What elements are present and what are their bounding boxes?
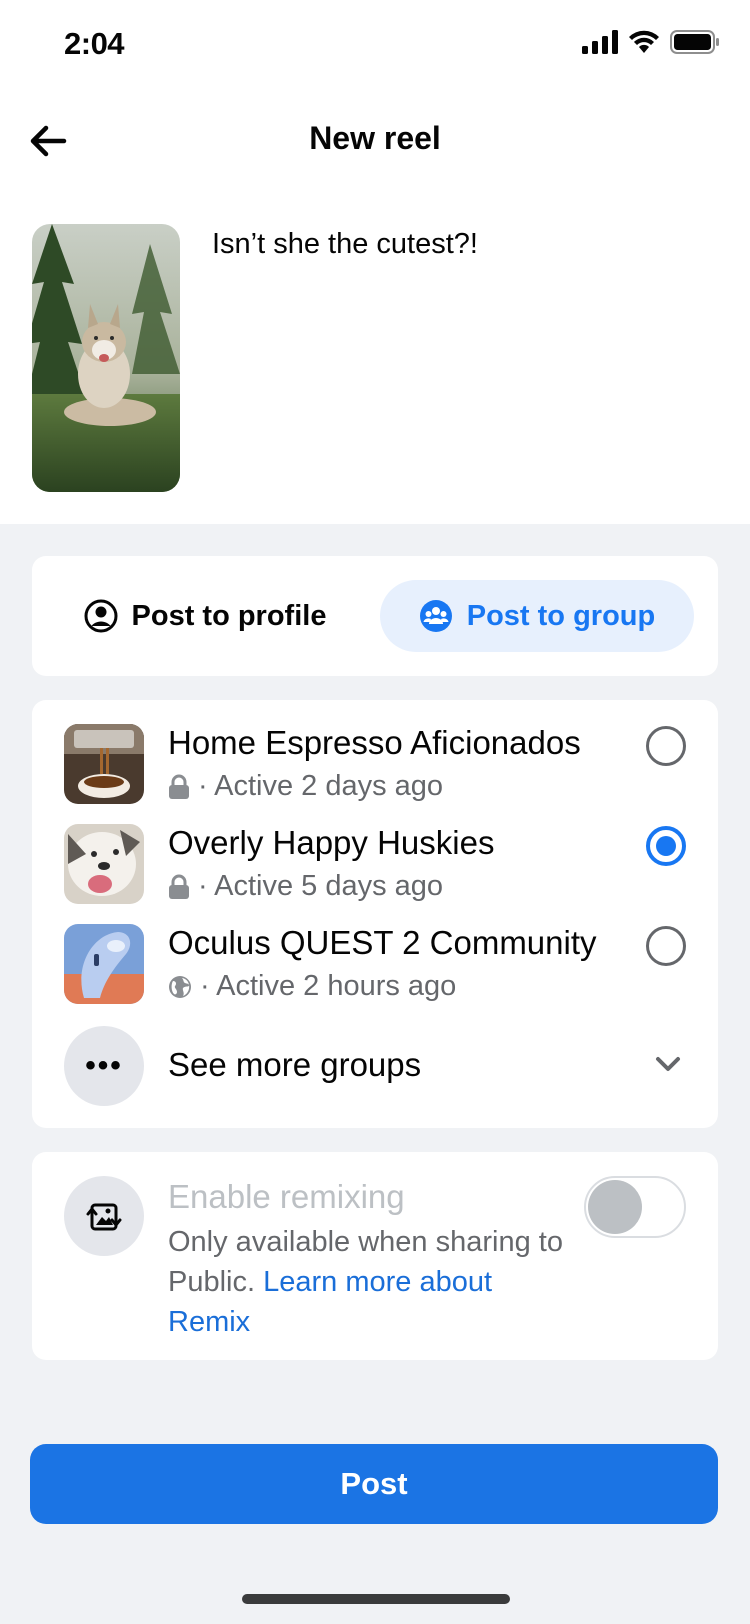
post-to-profile-button[interactable]: Post to profile [56, 580, 354, 652]
group-radio[interactable] [646, 726, 686, 766]
group-avatar [64, 724, 144, 804]
post-button[interactable]: Post [30, 1444, 718, 1524]
composer-header-area: 2:04 New reel Isn’t she the cutest?! [0, 0, 750, 524]
group-avatar [64, 924, 144, 1004]
caption-text[interactable]: Isn’t she the cutest?! [212, 228, 478, 261]
profile-icon [84, 599, 118, 633]
see-more-groups-label[interactable]: See more groups [168, 1046, 421, 1084]
group-name: Home Espresso Aficionados [168, 724, 581, 761]
chevron-down-icon[interactable] [654, 1050, 682, 1078]
lock-icon [169, 874, 189, 899]
post-to-profile-label: Post to profile [131, 599, 327, 632]
home-indicator[interactable] [242, 1594, 510, 1604]
group-name: Overly Happy Huskies [168, 824, 495, 861]
group-meta: · Active 5 days ago [168, 870, 443, 903]
more-icon[interactable]: ••• [64, 1026, 144, 1106]
post-to-group-button[interactable]: Post to group [380, 580, 694, 652]
group-radio-selected[interactable] [646, 826, 686, 866]
group-meta: · Active 2 hours ago [168, 970, 456, 1003]
enable-remixing-title: Enable remixing [168, 1178, 405, 1215]
audience-selector: Post to profile Post to group [32, 556, 718, 676]
signal-icon [582, 30, 618, 54]
group-row-overly-happy-huskies[interactable]: Overly Happy Huskies · Active 5 days ago [32, 800, 718, 904]
remix-description: Only available when sharing to Public. L… [168, 1222, 568, 1342]
group-list: Home Espresso Aficionados · Active 2 day… [32, 700, 718, 1128]
group-meta: · Active 2 days ago [168, 770, 443, 803]
group-row-oculus-quest[interactable]: Oculus QUEST 2 Community · Active 2 hour… [32, 900, 718, 1004]
group-icon [419, 600, 452, 632]
group-row-home-espresso[interactable]: Home Espresso Aficionados · Active 2 day… [32, 700, 718, 804]
group-activity: · Active 5 days ago [198, 870, 444, 902]
group-activity: · Active 2 hours ago [200, 970, 457, 1002]
reel-thumbnail[interactable] [32, 224, 180, 492]
page-title: New reel [309, 120, 441, 156]
toggle-knob [588, 1180, 642, 1234]
remix-settings: Enable remixing Only available when shar… [32, 1152, 718, 1360]
group-avatar [64, 824, 144, 904]
group-activity: · Active 2 days ago [198, 770, 444, 802]
wifi-icon [629, 30, 659, 53]
post-to-group-label: Post to group [466, 599, 656, 632]
globe-icon [169, 975, 191, 998]
remix-toggle[interactable] [584, 1176, 686, 1238]
lock-icon [169, 774, 189, 799]
remix-icon [64, 1176, 144, 1256]
status-icons [582, 30, 720, 54]
group-name: Oculus QUEST 2 Community [168, 924, 597, 961]
battery-icon [670, 30, 719, 54]
status-time: 2:04 [64, 26, 125, 61]
group-radio[interactable] [646, 926, 686, 966]
